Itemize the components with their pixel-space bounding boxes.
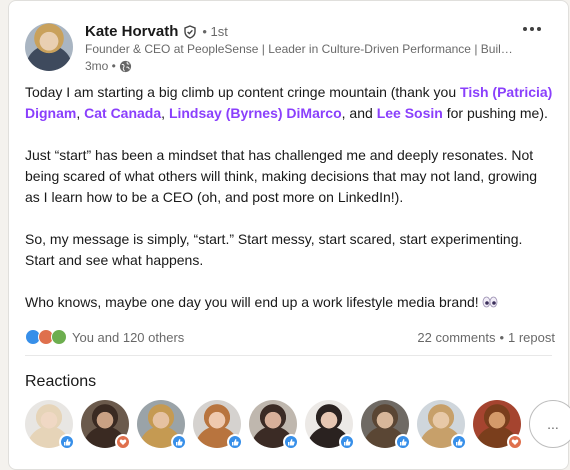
author-name[interactable]: Kate Horvath xyxy=(85,23,178,40)
text-segment: Who knows, maybe one day you will end up… xyxy=(25,294,479,310)
reactor-avatar[interactable] xyxy=(249,400,299,450)
post-card: Kate Horvath • 1st Founder & CEO at Peop… xyxy=(8,0,570,470)
author-headline: Founder & CEO at PeopleSense | Leader in… xyxy=(85,42,515,56)
text-segment: Today I am starting a big climb up conte… xyxy=(25,84,461,100)
love-icon xyxy=(507,434,523,450)
verified-icon xyxy=(183,24,197,39)
post-paragraph: Who knows, maybe one day you will end up… xyxy=(25,292,555,313)
like-icon xyxy=(451,434,467,450)
reactor-avatar[interactable] xyxy=(417,400,467,450)
post-paragraph: Just “start” has been a mindset that has… xyxy=(25,147,538,205)
post-meta: 3mo • xyxy=(85,59,132,73)
author-avatar[interactable] xyxy=(25,23,73,71)
reactor-list: ... xyxy=(25,400,570,450)
reactor-avatar[interactable] xyxy=(25,400,75,450)
more-reactions-button[interactable]: ... xyxy=(529,400,570,448)
reposts-count[interactable]: 1 repost xyxy=(508,330,555,345)
text-segment: , xyxy=(76,105,85,121)
like-icon xyxy=(395,434,411,450)
eyes-emoji-icon xyxy=(482,293,498,308)
reactions-heading: Reactions xyxy=(25,373,97,390)
like-icon xyxy=(283,434,299,450)
post-header: Kate Horvath • 1st Founder & CEO at Peop… xyxy=(25,15,552,75)
reactor-avatar[interactable] xyxy=(305,400,355,450)
reactions-summary[interactable]: You and 120 others xyxy=(25,329,184,345)
reactor-avatar[interactable] xyxy=(193,400,243,450)
divider xyxy=(25,355,552,356)
comments-count[interactable]: 22 comments xyxy=(417,330,495,345)
reactor-avatar[interactable] xyxy=(137,400,187,450)
reactor-avatar[interactable] xyxy=(81,400,131,450)
text-segment: , xyxy=(161,105,169,121)
post-body: Today I am starting a big climb up conte… xyxy=(25,82,555,334)
dot-icon xyxy=(537,27,541,31)
post-paragraph: Today I am starting a big climb up conte… xyxy=(25,82,555,124)
like-icon xyxy=(339,434,355,450)
post-paragraph: So, my message is simply, “start.” Start… xyxy=(25,231,523,268)
text-segment: , and xyxy=(341,105,377,121)
globe-icon xyxy=(119,60,132,73)
like-icon xyxy=(59,434,75,450)
support-icon xyxy=(51,329,67,345)
engagement-stats: 22 comments • 1 repost xyxy=(417,330,555,345)
love-icon xyxy=(115,434,131,450)
text-segment: for pushing me). xyxy=(442,105,548,121)
mention-link[interactable]: Lee Sosin xyxy=(377,105,443,121)
social-counts: You and 120 others 22 comments • 1 repos… xyxy=(25,327,555,347)
reaction-icon-group xyxy=(25,329,67,345)
dot-icon xyxy=(523,27,527,31)
reactor-avatar[interactable] xyxy=(473,400,523,450)
reactor-avatar[interactable] xyxy=(361,400,411,450)
like-icon xyxy=(171,434,187,450)
mention-link[interactable]: Lindsay (Byrnes) DiMarco xyxy=(169,105,342,121)
stats-separator: • xyxy=(499,329,505,345)
author-name-row: Kate Horvath • 1st xyxy=(85,23,228,40)
mention-link[interactable]: Cat Canada xyxy=(84,105,161,121)
connection-degree: • 1st xyxy=(202,24,228,39)
like-icon xyxy=(227,434,243,450)
reactions-count: You and 120 others xyxy=(72,329,185,345)
more-options-button[interactable] xyxy=(520,19,544,39)
post-time: 3mo • xyxy=(85,59,116,73)
dot-icon xyxy=(530,27,534,31)
